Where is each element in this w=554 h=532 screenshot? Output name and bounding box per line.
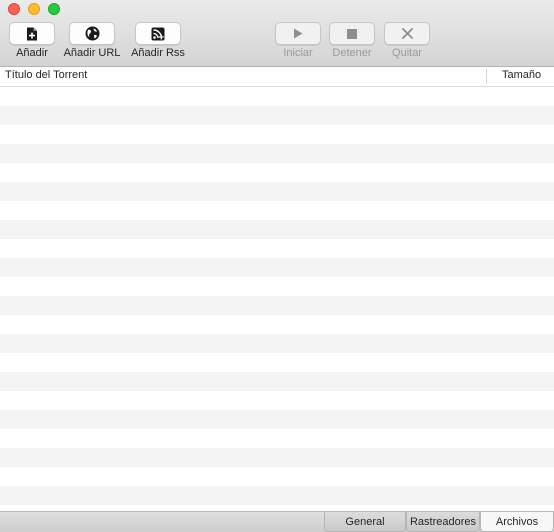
tab-general[interactable]: General	[324, 512, 406, 532]
table-row-stripe	[0, 372, 554, 391]
remove-button[interactable]	[384, 22, 430, 45]
tab-files[interactable]: Archivos	[480, 512, 554, 532]
toolbar: Añadir Añadir URL Añadir Rss Iniciar Det…	[0, 0, 554, 67]
add-torrent-label: Añadir	[16, 47, 48, 59]
bottom-tab-bar: General Rastreadores Archivos	[0, 511, 554, 532]
stop-label: Detener	[332, 47, 372, 59]
column-divider[interactable]	[486, 69, 487, 84]
table-row-stripe	[0, 410, 554, 429]
app-window: Añadir Añadir URL Añadir Rss Iniciar Det…	[0, 0, 554, 532]
table-row-stripe	[0, 220, 554, 239]
maximize-window-button[interactable]	[48, 3, 60, 15]
start-label: Iniciar	[283, 47, 313, 59]
table-row-stripe	[0, 258, 554, 277]
play-icon	[293, 28, 303, 39]
table-row-stripe	[0, 448, 554, 467]
table-row-stripe	[0, 106, 554, 125]
close-window-button[interactable]	[8, 3, 20, 15]
stop-button[interactable]	[329, 22, 375, 45]
globe-icon	[85, 26, 100, 41]
add-url-label: Añadir URL	[63, 47, 121, 59]
close-x-icon	[401, 28, 413, 39]
table-row-stripe	[0, 486, 554, 505]
table-header: Título del Torrent Tamaño	[0, 67, 554, 87]
column-header-title[interactable]: Título del Torrent	[5, 69, 87, 81]
add-rss-label: Añadir Rss	[131, 47, 185, 59]
tab-trackers[interactable]: Rastreadores	[406, 512, 480, 532]
column-header-size[interactable]: Tamaño	[502, 69, 541, 81]
stop-icon	[347, 28, 357, 39]
minimize-window-button[interactable]	[28, 3, 40, 15]
add-rss-button[interactable]	[135, 22, 181, 45]
table-row-stripe	[0, 182, 554, 201]
remove-label: Quitar	[392, 47, 422, 59]
add-torrent-button[interactable]	[9, 22, 55, 45]
start-button[interactable]	[275, 22, 321, 45]
add-file-icon	[26, 27, 38, 41]
table-row-stripe	[0, 334, 554, 353]
rss-add-icon	[151, 27, 165, 41]
table-row-stripe	[0, 144, 554, 163]
table-row-stripe	[0, 296, 554, 315]
torrent-list[interactable]	[0, 87, 554, 512]
add-url-button[interactable]	[69, 22, 115, 45]
